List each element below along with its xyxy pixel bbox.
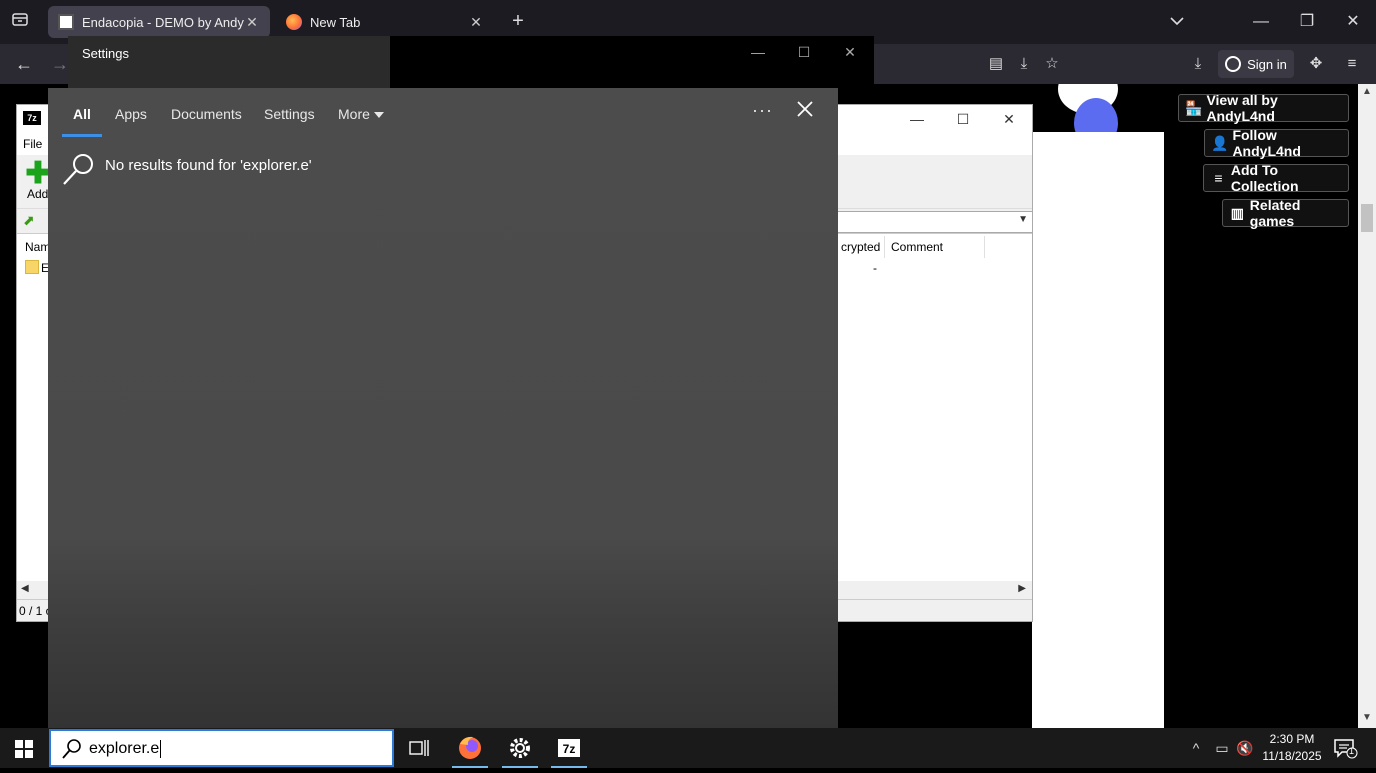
notification-count: 1: [1349, 746, 1355, 756]
folder-up-icon[interactable]: ⬈: [23, 212, 39, 228]
store-icon: 🏪: [1185, 99, 1203, 116]
reader-view-icon[interactable]: ▤: [984, 52, 1008, 76]
close-window-icon[interactable]: ✕: [1338, 8, 1368, 36]
column-comment[interactable]: Comment: [885, 236, 985, 258]
7zip-icon[interactable]: 7z: [545, 728, 593, 768]
search-tab-apps[interactable]: Apps: [115, 106, 147, 122]
back-arrow-icon[interactable]: ←: [10, 52, 38, 76]
text-caret: [160, 740, 162, 758]
tab-title: Endacopia - DEMO by AndyL4nd: [82, 14, 244, 30]
view-all-by-author-button[interactable]: 🏪 View all by AndyL4nd: [1178, 92, 1349, 124]
scroll-right-icon[interactable]: ▶: [1018, 583, 1026, 594]
related-games-button[interactable]: ▥ Related games: [1222, 197, 1349, 229]
sevenzip-app-icon: 7z: [23, 111, 41, 125]
scroll-down-icon[interactable]: ▼: [1358, 712, 1376, 728]
system-clock[interactable]: 2:30 PM 11/18/2025: [1254, 731, 1330, 765]
settings-gear-icon[interactable]: [496, 728, 544, 768]
network-icon[interactable]: ▭: [1210, 738, 1234, 758]
button-label: Follow AndyL4nd: [1232, 127, 1301, 159]
game-thumbnail[interactable]: [1032, 84, 1143, 132]
button-label: Related games: [1249, 197, 1301, 229]
page-scrollbar[interactable]: ▲ ▼: [1358, 84, 1376, 728]
folder-icon: [25, 260, 39, 274]
scroll-thumb[interactable]: [1361, 204, 1373, 232]
search-tab-settings[interactable]: Settings: [264, 106, 315, 122]
restore-icon[interactable]: ❐: [1292, 8, 1322, 36]
caret-down-icon: [373, 112, 384, 119]
clock-date: 11/18/2025: [1262, 749, 1322, 763]
volume-muted-icon[interactable]: 🔇: [1234, 738, 1256, 758]
playlist-add-icon: ≡: [1214, 170, 1223, 186]
sign-in-button[interactable]: Sign in: [1218, 50, 1294, 78]
search-tab-more[interactable]: More: [338, 106, 384, 122]
button-label: Add To Collection: [1230, 162, 1299, 194]
add-to-collection-button[interactable]: ≡ Add To Collection: [1203, 162, 1349, 194]
settings-minimize-icon[interactable]: —: [746, 40, 770, 64]
svg-text:7z: 7z: [563, 742, 576, 756]
bookmark-star-icon[interactable]: ☆: [1040, 52, 1064, 76]
settings-window-title: Settings: [68, 36, 390, 88]
show-hidden-icons-chevron-icon[interactable]: ^: [1186, 738, 1206, 758]
search-input: explorer.e: [89, 740, 162, 758]
taskbar: explorer.e 7z ^ ▭ 🔇 2:30 PM 11/18/2025 1: [0, 728, 1376, 768]
sevenzip-minimize-icon[interactable]: —: [903, 109, 931, 129]
search-tab-all[interactable]: All: [73, 106, 91, 122]
button-label: View all by AndyL4nd: [1206, 92, 1278, 124]
taskbar-search-box[interactable]: explorer.e: [49, 729, 394, 767]
close-flyout-icon[interactable]: [794, 100, 816, 122]
sign-in-label: Sign in: [1247, 56, 1287, 72]
list-all-tabs-chevron-icon[interactable]: [1162, 8, 1192, 36]
no-results-message: No results found for 'explorer.e': [105, 157, 312, 174]
follow-author-button[interactable]: 👤 Follow AndyL4nd: [1204, 127, 1349, 159]
search-tab-more-label: More: [338, 106, 370, 122]
hamburger-menu-icon[interactable]: ≡: [1340, 52, 1364, 76]
settings-close-icon[interactable]: ✕: [838, 40, 862, 64]
firefox-favicon-icon: [286, 14, 302, 30]
clock-time: 2:30 PM: [1269, 732, 1315, 746]
new-tab-plus-icon[interactable]: +: [506, 10, 530, 34]
page-white-panel: [1032, 132, 1164, 728]
menu-file[interactable]: File: [23, 137, 42, 151]
sevenzip-close-icon[interactable]: ✕: [995, 109, 1023, 129]
tab-close-icon[interactable]: ✕: [468, 14, 484, 31]
itch-favicon-icon: [58, 14, 74, 30]
save-to-pocket-icon[interactable]: ⤓: [1012, 52, 1036, 76]
column-encrypted[interactable]: crypted: [835, 236, 885, 258]
downloads-icon[interactable]: ⤓: [1186, 52, 1210, 76]
user-plus-icon: 👤: [1211, 134, 1229, 151]
start-windows-icon[interactable]: [0, 728, 48, 768]
list-item-encrypted: -: [873, 261, 877, 275]
extensions-icon[interactable]: ✥: [1304, 52, 1328, 76]
firefox-icon[interactable]: [446, 728, 494, 768]
scroll-up-icon[interactable]: ▲: [1358, 86, 1376, 102]
search-icon: [61, 738, 83, 760]
minimize-icon[interactable]: —: [1246, 8, 1276, 36]
notifications-icon[interactable]: 1: [1332, 736, 1358, 760]
settings-maximize-icon[interactable]: ☐: [792, 40, 816, 64]
map-icon: ▥: [1230, 204, 1245, 221]
tab-endacopia[interactable]: Endacopia - DEMO by AndyL4nd ✕: [48, 6, 270, 38]
more-options-icon[interactable]: ···: [752, 100, 773, 121]
dropdown-chevron-icon[interactable]: ▼: [1018, 214, 1028, 225]
search-tab-documents[interactable]: Documents: [171, 106, 242, 122]
add-label: Add: [27, 187, 49, 201]
search-input-value: explorer.e: [89, 740, 160, 758]
search-magnifier-icon: [62, 152, 96, 186]
scroll-left-icon[interactable]: ◀: [21, 583, 29, 594]
tab-new-tab[interactable]: New Tab ✕: [276, 6, 494, 38]
tab-list-icon[interactable]: [8, 10, 32, 34]
account-icon: [1225, 56, 1242, 72]
sevenzip-maximize-icon[interactable]: ☐: [949, 109, 977, 129]
windows-search-flyout: All Apps Documents Settings More ··· No …: [48, 88, 838, 728]
tab-close-icon[interactable]: ✕: [244, 14, 260, 31]
tab-title: New Tab: [310, 14, 361, 30]
address-combobox[interactable]: ▼: [837, 211, 1033, 233]
task-view-icon[interactable]: [395, 728, 443, 768]
active-tab-indicator: [62, 134, 102, 137]
